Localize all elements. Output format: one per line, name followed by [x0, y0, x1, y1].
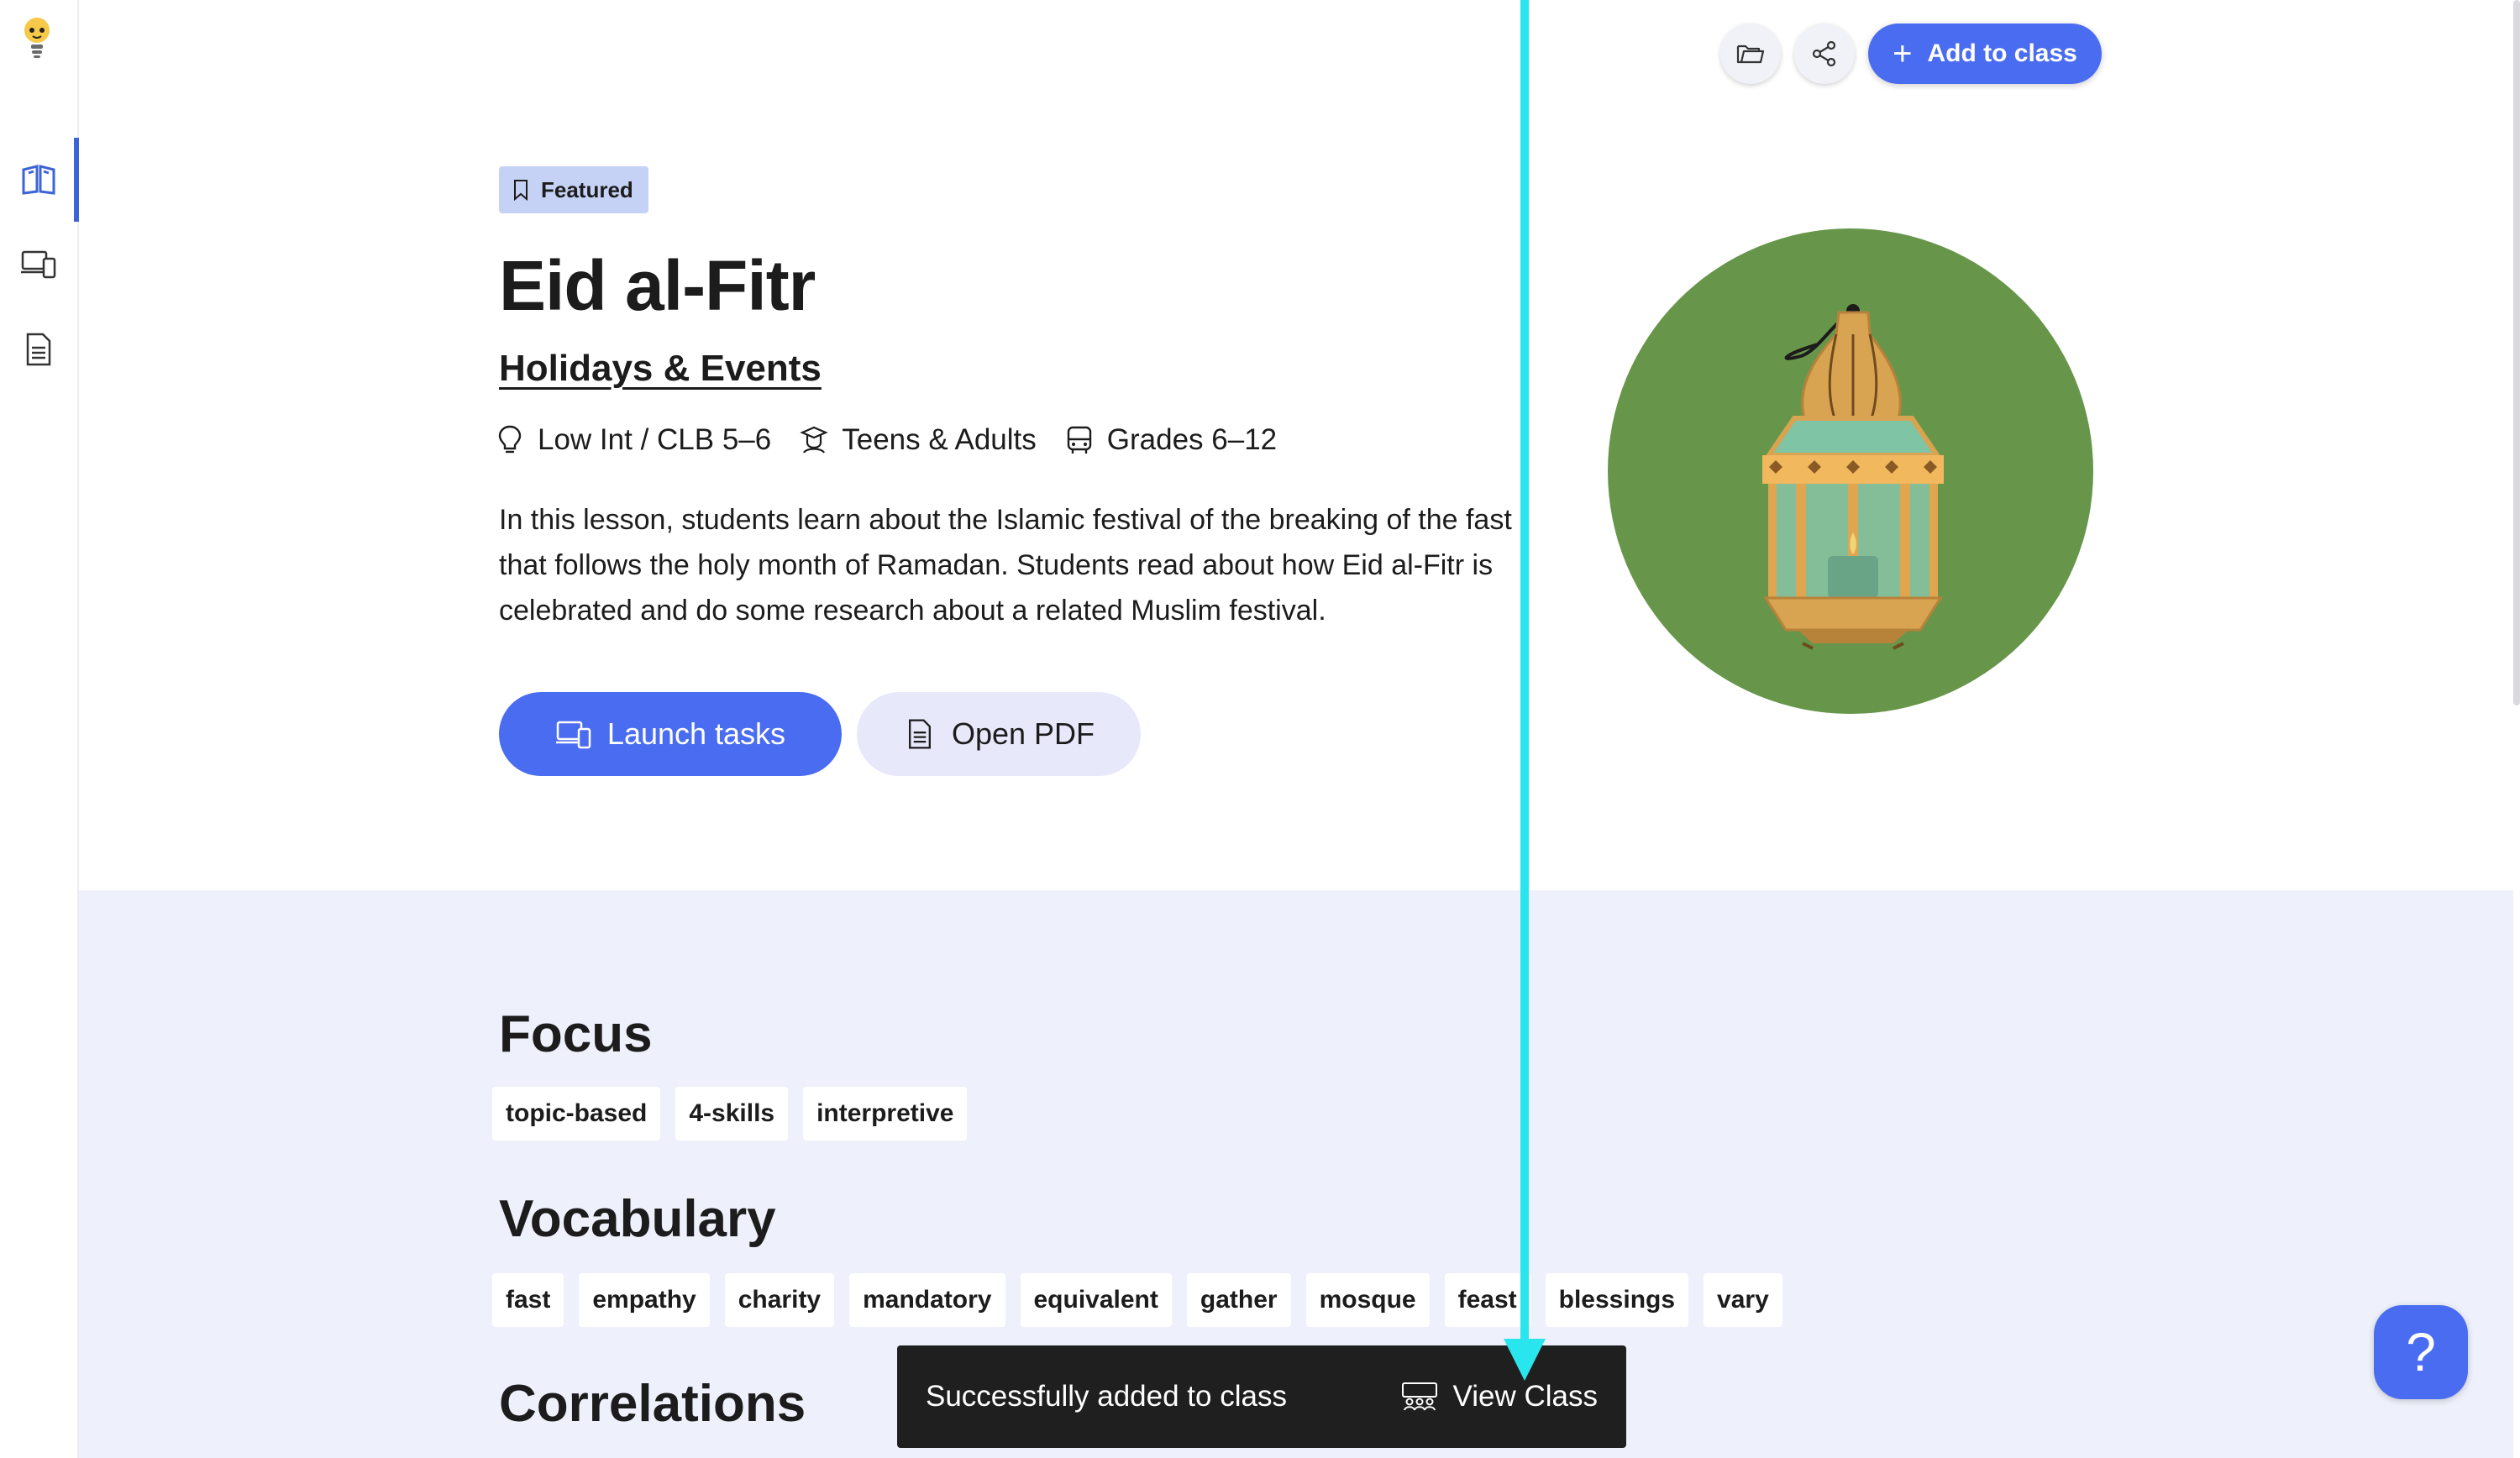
- sidebar-item-documents[interactable]: [0, 307, 77, 391]
- lesson-description: In this lesson, students learn about the…: [499, 504, 1512, 627]
- share-icon: [1812, 40, 1836, 67]
- help-icon: ?: [2406, 1322, 2436, 1382]
- devices-icon: [21, 250, 56, 279]
- correlations-heading: Correlations: [499, 1375, 806, 1433]
- annotation-arrow-line: [1520, 0, 1529, 1349]
- vocabulary-tag: vary: [1704, 1273, 1782, 1327]
- open-pdf-label: Open PDF: [951, 716, 1095, 751]
- launch-tasks-button[interactable]: Launch tasks: [499, 692, 842, 776]
- launch-tasks-label: Launch tasks: [606, 716, 786, 751]
- document-icon: [908, 719, 931, 749]
- graduation-cap-icon: [800, 426, 829, 454]
- featured-label: Featured: [541, 176, 633, 202]
- save-to-folder-button[interactable]: [1720, 24, 1781, 84]
- annotation-arrow-head: [1504, 1339, 1546, 1381]
- add-to-class-label: Add to class: [1927, 39, 2077, 67]
- sidebar: [0, 0, 79, 1458]
- vocabulary-tag: fast: [492, 1273, 564, 1327]
- vocabulary-tag: charity: [724, 1273, 835, 1327]
- view-class-label: View Class: [1452, 1380, 1598, 1413]
- featured-badge: Featured: [499, 166, 648, 213]
- page-title: Eid al-Fitr: [499, 246, 816, 325]
- lightbulb-icon: [498, 425, 522, 454]
- vocabulary-tag: gather: [1186, 1273, 1291, 1327]
- share-button[interactable]: [1794, 24, 1855, 84]
- audience-info: Teens & Adults: [800, 423, 1037, 457]
- bookmark-icon: [514, 180, 528, 201]
- vocabulary-tag: blessings: [1545, 1273, 1689, 1327]
- vocabulary-tags: fast empathy charity mandatory equivalen…: [492, 1273, 1782, 1327]
- grades-info: Grades 6–12: [1065, 423, 1277, 457]
- focus-tag: topic-based: [492, 1087, 661, 1141]
- sidebar-item-library[interactable]: [0, 138, 79, 222]
- class-group-icon: [1401, 1382, 1437, 1411]
- help-button[interactable]: ?: [2374, 1305, 2468, 1399]
- vocabulary-tag: equivalent: [1020, 1273, 1172, 1327]
- document-icon: [26, 333, 51, 366]
- vocabulary-tag: mandatory: [849, 1273, 1005, 1327]
- audience-text: Teens & Adults: [842, 423, 1037, 456]
- lesson-illustration: [1608, 228, 2093, 714]
- view-class-button[interactable]: View Class: [1401, 1380, 1598, 1413]
- vocabulary-tag: feast: [1444, 1273, 1530, 1327]
- level-text: Low Int / CLB 5–6: [538, 423, 772, 456]
- add-to-class-button[interactable]: + Add to class: [1868, 24, 2102, 84]
- grades-text: Grades 6–12: [1106, 423, 1278, 456]
- folder-icon: [1736, 45, 1765, 64]
- toast-message: Successfully added to class: [926, 1380, 1287, 1413]
- focus-tag: 4-skills: [675, 1087, 789, 1141]
- focus-tags: topic-based 4-skills interpretive: [492, 1087, 968, 1141]
- bus-icon: [1067, 426, 1091, 454]
- open-pdf-button[interactable]: Open PDF: [857, 692, 1141, 776]
- focus-heading: Focus: [499, 1005, 653, 1063]
- level-info: Low Int / CLB 5–6: [496, 423, 771, 457]
- lightbulb-logo-icon[interactable]: [18, 15, 55, 60]
- category-link[interactable]: Holidays & Events: [499, 348, 822, 390]
- vocabulary-heading: Vocabulary: [499, 1190, 776, 1248]
- focus-tag: interpretive: [803, 1087, 968, 1141]
- lesson-meta: Low Int / CLB 5–6 Teens & Adults Grades …: [496, 423, 1305, 457]
- sidebar-item-tasks[interactable]: [0, 222, 77, 306]
- page-scrollbar[interactable]: [2513, 0, 2520, 705]
- devices-icon: [555, 721, 591, 749]
- plus-icon: +: [1893, 35, 1913, 72]
- vocabulary-tag: empathy: [579, 1273, 710, 1327]
- vocabulary-tag: mosque: [1305, 1273, 1430, 1327]
- book-open-icon: [22, 165, 55, 195]
